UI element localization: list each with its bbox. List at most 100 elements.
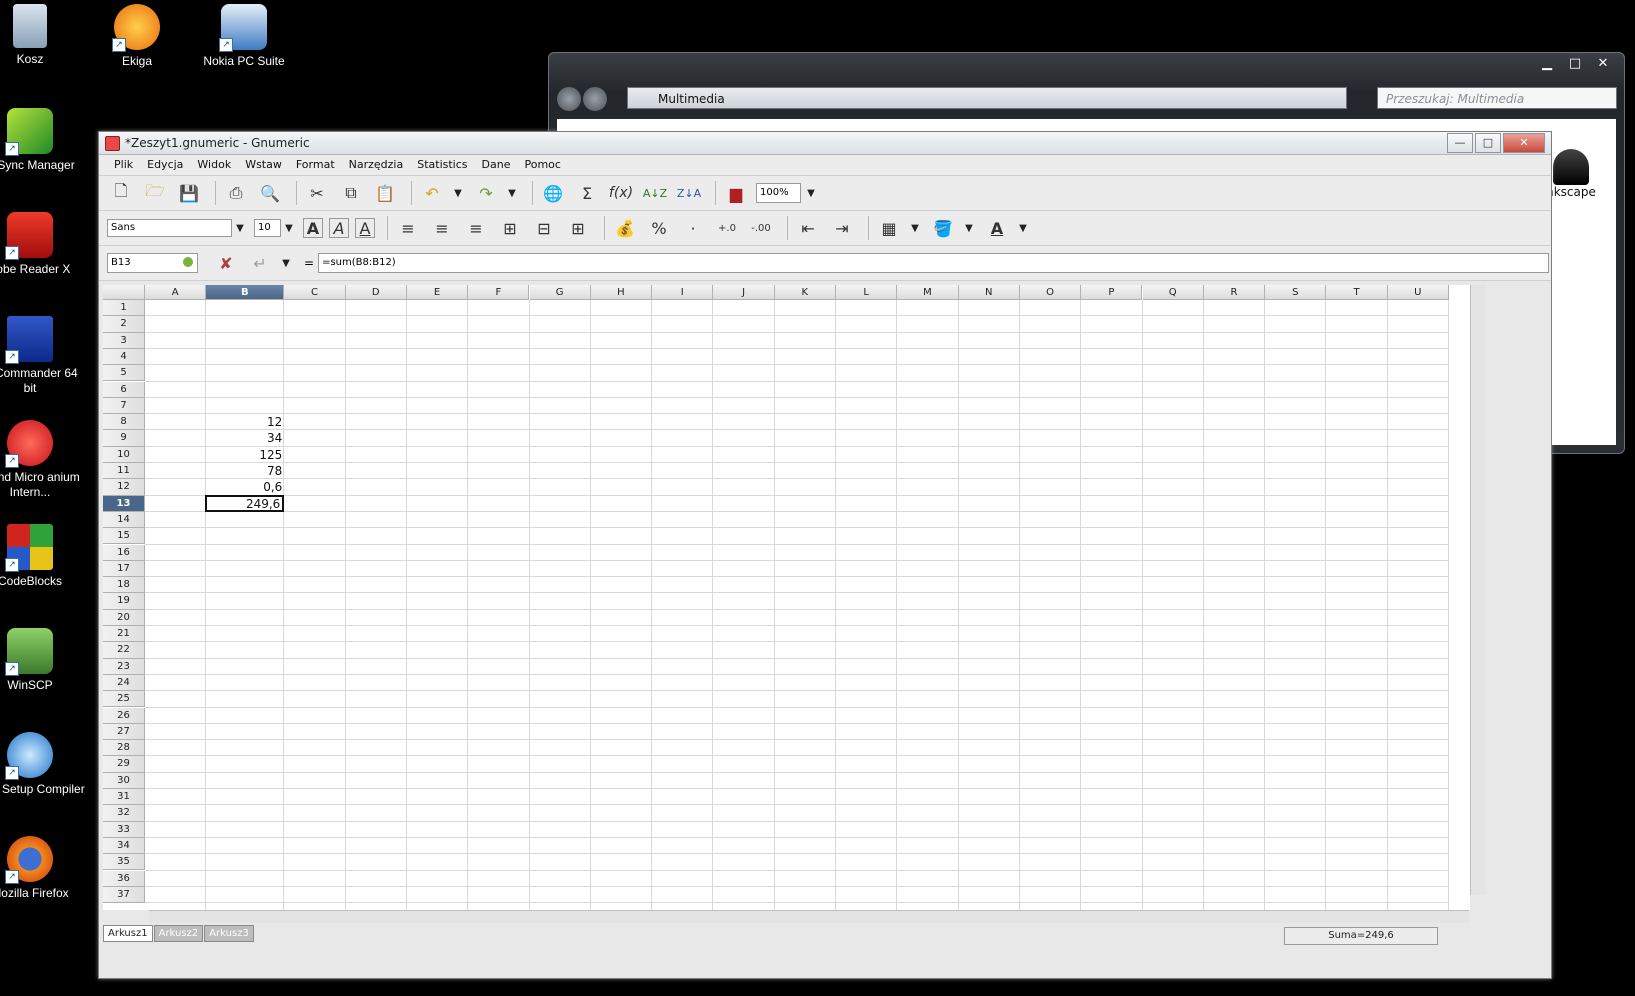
increase-indent-icon[interactable]: ⇥ bbox=[828, 215, 856, 241]
close-icon[interactable]: ✕ bbox=[1590, 55, 1616, 73]
maximize-icon[interactable]: □ bbox=[1562, 55, 1588, 73]
row-header-5[interactable]: 5 bbox=[103, 365, 145, 382]
desktop-icon-codeblocks[interactable]: ↗ CodeBlocks bbox=[0, 524, 85, 589]
new-document-icon[interactable]: 🗋 bbox=[107, 180, 135, 206]
font-size-field[interactable]: 10 bbox=[254, 219, 281, 237]
cell-b11[interactable]: 78 bbox=[206, 463, 284, 479]
autosum-icon[interactable]: Σ bbox=[573, 180, 601, 206]
print-preview-icon[interactable]: 🔍 bbox=[256, 180, 284, 206]
align-right-icon[interactable]: ≡ bbox=[462, 215, 490, 241]
font-name-dropdown-icon[interactable]: ▼ bbox=[234, 215, 246, 241]
column-header-n[interactable]: N bbox=[958, 285, 1020, 300]
row-header-24[interactable]: 24 bbox=[103, 674, 145, 692]
cell-b13[interactable]: 249,6 bbox=[205, 494, 285, 512]
merge-cells-icon[interactable]: ⊞ bbox=[496, 215, 524, 241]
cancel-edit-icon[interactable]: ✘ bbox=[212, 250, 240, 276]
decrease-decimals-icon[interactable]: -.00 bbox=[747, 215, 775, 241]
paste-icon[interactable]: 📋 bbox=[371, 180, 399, 206]
row-header-21[interactable]: 21 bbox=[103, 626, 145, 643]
row-header-34[interactable]: 34 bbox=[103, 837, 145, 855]
fill-color-icon[interactable]: 🪣 bbox=[929, 215, 957, 241]
back-arrow-icon[interactable] bbox=[557, 87, 581, 111]
forward-arrow-icon[interactable] bbox=[583, 87, 607, 111]
minimize-icon[interactable]: ▁ bbox=[1534, 55, 1560, 73]
copy-icon[interactable]: ⧉ bbox=[337, 180, 365, 206]
zoom-field[interactable]: 100% bbox=[756, 183, 801, 203]
cell-reference-field[interactable]: B13 bbox=[107, 253, 198, 273]
sort-descending-icon[interactable]: Z↓A bbox=[675, 180, 703, 206]
column-header-o[interactable]: O bbox=[1019, 285, 1082, 300]
desktop-icon-ekiga[interactable]: ↗ Ekiga bbox=[82, 4, 192, 69]
row-header-27[interactable]: 27 bbox=[103, 723, 145, 741]
desktop-icon-firefox[interactable]: ↗ Mozilla Firefox bbox=[0, 836, 85, 901]
address-bar[interactable]: Multimedia bbox=[627, 87, 1347, 109]
desktop-icon-trend-micro[interactable]: ↗ Trend Micro anium Intern... bbox=[0, 420, 85, 500]
sheet-tab-arkusz2[interactable]: Arkusz2 bbox=[153, 925, 204, 942]
cell-b9[interactable]: 34 bbox=[206, 430, 284, 446]
menu-dane[interactable]: Dane bbox=[475, 155, 518, 175]
font-color-icon[interactable]: A bbox=[983, 215, 1011, 241]
menu-plik[interactable]: Plik bbox=[107, 155, 140, 175]
horizontal-scrollbar[interactable] bbox=[149, 910, 1469, 923]
row-header-9[interactable]: 9 bbox=[103, 430, 145, 447]
thousands-separator-icon[interactable]: · bbox=[679, 215, 707, 241]
hyperlink-icon[interactable]: 🌐 bbox=[539, 180, 567, 206]
unmerge-cells-icon[interactable]: ⊟ bbox=[530, 215, 558, 241]
row-header-29[interactable]: 29 bbox=[103, 756, 145, 773]
column-header-j[interactable]: J bbox=[713, 285, 775, 300]
column-header-u[interactable]: U bbox=[1387, 285, 1449, 300]
redo-dropdown-icon[interactable]: ▼ bbox=[506, 180, 518, 206]
column-header-d[interactable]: D bbox=[345, 285, 407, 300]
column-header-l[interactable]: L bbox=[836, 285, 898, 300]
row-header-33[interactable]: 33 bbox=[103, 821, 145, 838]
function-icon[interactable]: f(x) bbox=[607, 180, 635, 206]
row-header-18[interactable]: 18 bbox=[103, 577, 145, 594]
select-all-corner[interactable] bbox=[103, 285, 145, 300]
maximize-icon[interactable]: □ bbox=[1475, 133, 1501, 153]
chart-icon[interactable]: ▆ bbox=[722, 180, 750, 206]
column-header-i[interactable]: I bbox=[652, 285, 714, 300]
column-header-t[interactable]: T bbox=[1326, 285, 1388, 300]
vertical-scrollbar[interactable] bbox=[1470, 285, 1485, 895]
column-header-p[interactable]: P bbox=[1081, 285, 1143, 300]
row-header-32[interactable]: 32 bbox=[103, 805, 145, 822]
currency-icon[interactable]: 💰 bbox=[611, 215, 639, 241]
font-size-dropdown-icon[interactable]: ▼ bbox=[283, 215, 295, 241]
desktop-icon-inno-setup[interactable]: ↗ Inno Setup Compiler bbox=[0, 732, 85, 797]
desktop-icon-sync-manager[interactable]: ↗ C Sync Manager bbox=[0, 108, 85, 173]
desktop-icon-winscp[interactable]: ↗ WinSCP bbox=[0, 628, 85, 693]
menu-format[interactable]: Format bbox=[289, 155, 342, 175]
sort-ascending-icon[interactable]: A↓Z bbox=[641, 180, 669, 206]
row-header-15[interactable]: 15 bbox=[103, 528, 145, 545]
menu-widok[interactable]: Widok bbox=[190, 155, 238, 175]
desktop-icon-adobe-reader[interactable]: ↗ dobe Reader X bbox=[0, 212, 85, 277]
formula-input[interactable]: =sum(B8:B12) bbox=[318, 253, 1549, 273]
row-header-7[interactable]: 7 bbox=[103, 397, 145, 415]
row-header-14[interactable]: 14 bbox=[103, 511, 145, 529]
row-header-2[interactable]: 2 bbox=[103, 316, 145, 333]
gnumeric-window[interactable]: *Zeszyt1.gnumeric - Gnumeric — □ ✕ Plik … bbox=[98, 131, 1552, 979]
spreadsheet-grid[interactable]: A B C D E F G H I J K L M N O P Q R S T U 1 2 3 4 5 6 7 8 9 10 11 12 13 14… bbox=[103, 285, 1470, 910]
row-header-19[interactable]: 19 bbox=[103, 593, 145, 610]
row-header-1[interactable]: 1 bbox=[103, 300, 145, 317]
desktop-icon-nokia[interactable]: ↗ Nokia PC Suite bbox=[189, 4, 299, 69]
equals-icon[interactable]: = bbox=[304, 256, 314, 270]
goto-icon[interactable] bbox=[183, 257, 193, 267]
close-icon[interactable]: ✕ bbox=[1503, 133, 1545, 153]
cell-b8[interactable]: 12 bbox=[206, 414, 284, 430]
column-header-b[interactable]: B bbox=[206, 285, 285, 300]
desktop-icon-total-commander[interactable]: ↗ al Commander 64 bit bbox=[0, 316, 85, 396]
row-header-36[interactable]: 36 bbox=[103, 870, 145, 887]
window-titlebar[interactable]: *Zeszyt1.gnumeric - Gnumeric — □ ✕ bbox=[99, 132, 1551, 155]
row-header-6[interactable]: 6 bbox=[103, 381, 145, 398]
cell-b12[interactable]: 0,6 bbox=[206, 479, 284, 495]
bold-icon[interactable]: A bbox=[303, 218, 323, 238]
borders-icon[interactable]: ▦ bbox=[875, 215, 903, 241]
column-header-f[interactable]: F bbox=[468, 285, 530, 300]
italic-icon[interactable]: A bbox=[329, 218, 349, 238]
menu-wstaw[interactable]: Wstaw bbox=[238, 155, 289, 175]
row-header-17[interactable]: 17 bbox=[103, 560, 145, 578]
underline-icon[interactable]: A bbox=[355, 218, 375, 238]
column-header-s[interactable]: S bbox=[1265, 285, 1327, 300]
menu-edycja[interactable]: Edycja bbox=[140, 155, 190, 175]
